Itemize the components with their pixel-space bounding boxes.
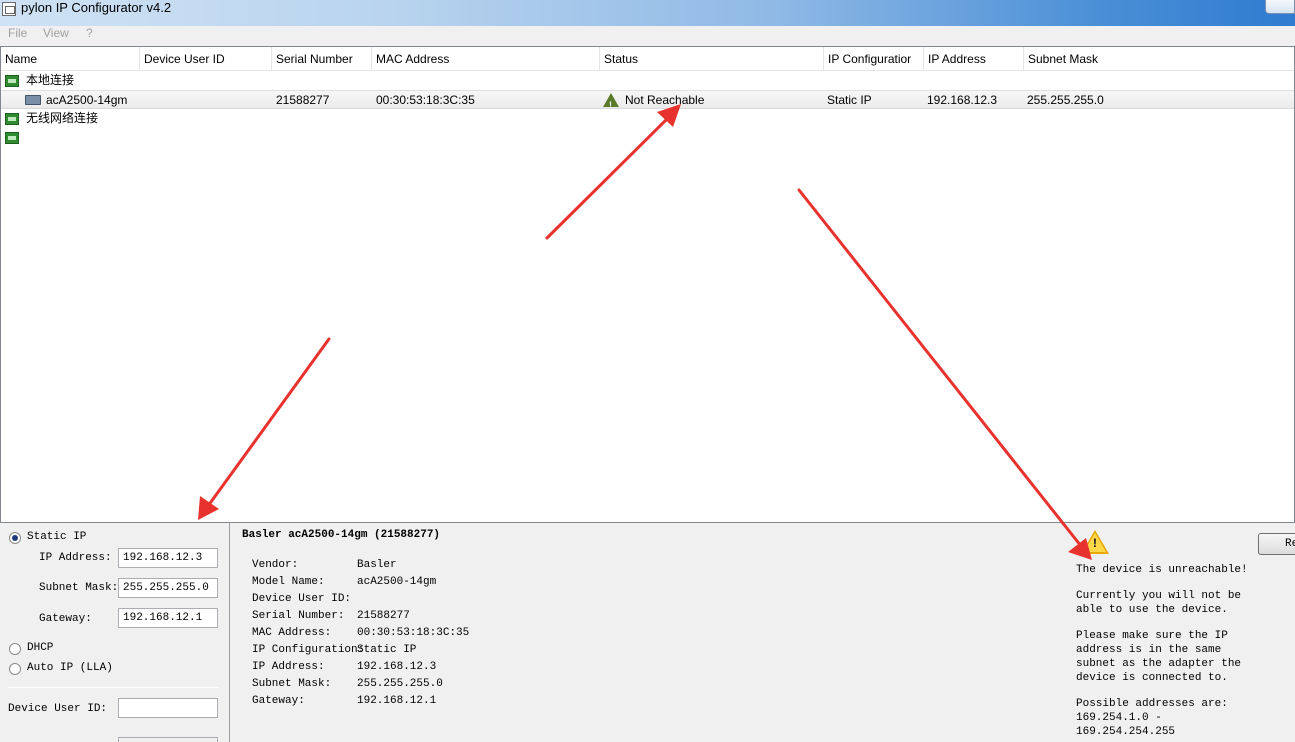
device-serial: 21588277 (276, 93, 330, 107)
warning-detail: Possible addresses are: (1076, 698, 1228, 710)
subnet-mask-label: Subnet Mask: (39, 582, 119, 594)
column-status[interactable]: Status (600, 47, 824, 71)
adapter-row[interactable]: 本地连接 (1, 71, 1294, 90)
window-close-button[interactable] (1265, 0, 1295, 14)
gateway-input[interactable]: 192.168.12.1 (118, 608, 218, 628)
info-label: Device User ID: (252, 593, 352, 605)
divider (8, 687, 219, 688)
device-user-id-label: Device User ID: (8, 703, 108, 715)
adapter-name: 本地连接 (26, 73, 75, 87)
column-ip-configuration[interactable]: IP Configuratior (824, 47, 924, 71)
warning-detail: able to use the device. (1076, 604, 1228, 616)
list-header: Name Device User ID Serial Number MAC Ad… (1, 47, 1294, 71)
title-bar: pylon IP Configurator v4.2 (0, 0, 1295, 26)
device-mac: 00:30:53:18:3C:35 (376, 93, 475, 107)
info-label: Vendor: (252, 559, 299, 571)
info-value: Static IP (357, 644, 417, 656)
device-status: Not Reachable (625, 93, 705, 107)
info-value: 192.168.12.1 (357, 695, 437, 707)
info-label: IP Configuration: (252, 644, 365, 656)
info-value: acA2500-14gm (357, 576, 437, 588)
gateway-label: Gateway: (39, 613, 92, 625)
save-button[interactable] (118, 737, 218, 742)
column-mac-address[interactable]: MAC Address (372, 47, 600, 71)
device-user-id-input[interactable] (118, 698, 218, 718)
warning-detail: 169.254.1.0 - (1076, 712, 1162, 724)
info-label: Gateway: (252, 695, 305, 707)
auto-ip-radio[interactable] (9, 663, 21, 675)
device-ip: 192.168.12.3 (927, 93, 998, 107)
adapter-name: 无线网络连接 (26, 111, 99, 125)
dhcp-label[interactable]: DHCP (27, 642, 53, 654)
info-label: Subnet Mask: (252, 678, 332, 690)
info-label: Serial Number: (252, 610, 345, 622)
subnet-mask-input[interactable]: 255.255.255.0 (118, 578, 218, 598)
warning-detail: 169.254.254.255 (1076, 726, 1176, 738)
dhcp-radio[interactable] (9, 643, 21, 655)
info-label: Model Name: (252, 576, 325, 588)
warning-icon: ! (603, 93, 619, 110)
column-ip-address[interactable]: IP Address (924, 47, 1024, 71)
auto-ip-label[interactable]: Auto IP (LLA) (27, 662, 113, 674)
column-device-user-id[interactable]: Device User ID (140, 47, 272, 71)
info-value: 21588277 (357, 610, 410, 622)
info-value: 255.255.255.0 (357, 678, 443, 690)
network-adapter-icon (5, 113, 19, 125)
device-row[interactable]: acA2500-14gm 21588277 00:30:53:18:3C:35 … (1, 90, 1294, 110)
warning-detail: subnet as the adapter the (1076, 658, 1242, 670)
app-icon (2, 2, 16, 16)
ip-address-label: IP Address: (39, 552, 112, 564)
refresh-button[interactable]: Re (1258, 533, 1295, 555)
info-value: 00:30:53:18:3C:35 (357, 627, 470, 639)
device-name: acA2500-14gm (46, 93, 128, 107)
static-ip-radio[interactable] (9, 532, 21, 544)
warning-detail: device is connected to. (1076, 672, 1228, 684)
column-serial-number[interactable]: Serial Number (272, 47, 372, 71)
warning-detail: Please make sure the IP (1076, 630, 1228, 642)
warning-message: The device is unreachable! (1076, 564, 1248, 576)
window-title: pylon IP Configurator v4.2 (21, 0, 172, 15)
ip-address-input[interactable]: 192.168.12.3 (118, 548, 218, 568)
warning-detail: Currently you will not be (1076, 590, 1242, 602)
panel-divider (229, 523, 230, 742)
info-value: 192.168.12.3 (357, 661, 437, 673)
network-adapter-icon (5, 75, 19, 87)
adapter-row[interactable]: 无线网络连接 (1, 109, 1294, 128)
menu-file[interactable]: File (8, 26, 27, 40)
warning-mark-icon: ! (1091, 536, 1099, 551)
bottom-panel: Static IP IP Address: 192.168.12.3 Subne… (0, 523, 1295, 742)
info-value: Basler (357, 559, 397, 571)
info-label: IP Address: (252, 661, 325, 673)
menu-view[interactable]: View (43, 26, 69, 40)
column-subnet-mask[interactable]: Subnet Mask (1024, 47, 1294, 71)
device-ip-config: Static IP (827, 93, 872, 107)
device-list[interactable]: Name Device User ID Serial Number MAC Ad… (0, 46, 1295, 523)
warning-detail: address is in the same (1076, 644, 1222, 656)
adapter-row[interactable] (1, 128, 1294, 147)
static-ip-label[interactable]: Static IP (27, 531, 86, 543)
info-label: MAC Address: (252, 627, 332, 639)
menu-bar: File View ? (0, 26, 1295, 46)
column-name[interactable]: Name (1, 47, 140, 71)
device-info-title: Basler acA2500-14gm (21588277) (242, 529, 441, 541)
menu-help[interactable]: ? (86, 26, 93, 40)
device-subnet: 255.255.255.0 (1027, 93, 1104, 107)
network-adapter-icon (5, 132, 19, 144)
camera-icon (25, 95, 41, 105)
